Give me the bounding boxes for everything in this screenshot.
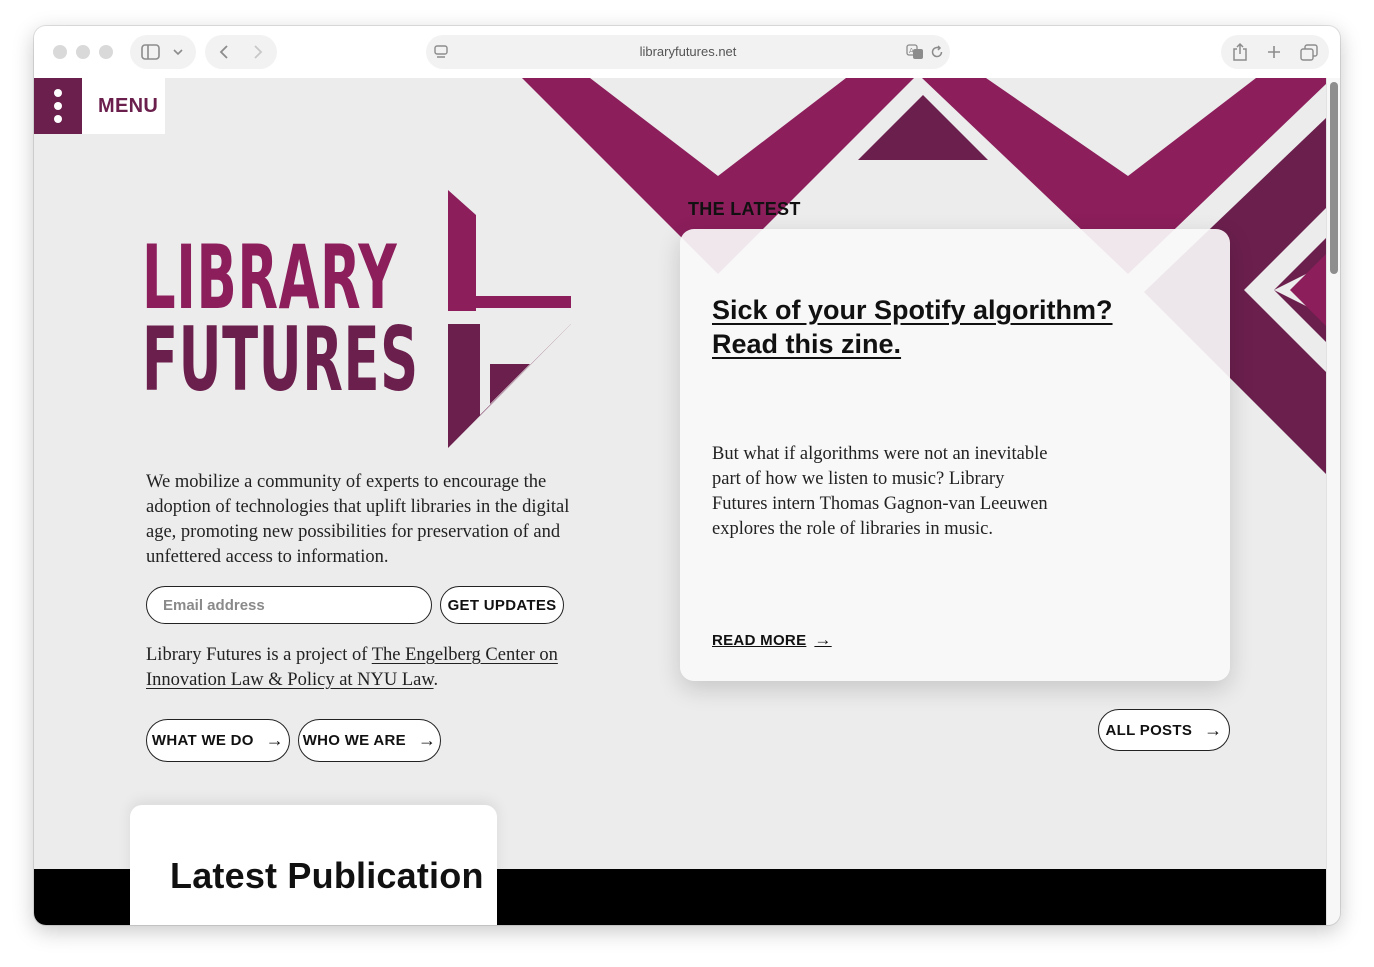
post-title-link[interactable]: Sick of your Spotify algorithm? Read thi… — [712, 293, 1132, 361]
arrow-right-icon: → — [417, 730, 437, 750]
history-nav-group — [205, 35, 277, 69]
translate-icon[interactable]: A — [906, 44, 924, 60]
close-window-button[interactable] — [53, 45, 67, 59]
all-posts-button[interactable]: ALL POSTS → — [1098, 709, 1230, 751]
page-viewport: MENU LIBRARY FUTURES We mobilize a commu… — [34, 78, 1326, 925]
email-input[interactable] — [146, 586, 432, 624]
the-latest-label: THE LATEST — [688, 199, 801, 219]
url-text[interactable]: libraryfutures.net — [426, 44, 950, 59]
arrow-right-icon: → — [814, 630, 832, 649]
sidebar-toggle-group[interactable] — [130, 35, 196, 69]
back-arrow-icon[interactable] — [218, 44, 230, 60]
window-actions-group — [1221, 35, 1329, 69]
plus-icon[interactable] — [1267, 45, 1281, 59]
latest-post-card: Sick of your Spotify algorithm? Read thi… — [680, 229, 1230, 681]
scrollbar-thumb[interactable] — [1330, 82, 1338, 274]
latest-publication-card: Latest Publication — [130, 805, 497, 925]
project-statement: Library Futures is a project of The Enge… — [146, 645, 558, 690]
what-we-do-button[interactable]: WHAT WE DO → — [146, 719, 290, 762]
svg-text:A: A — [909, 47, 914, 55]
share-icon[interactable] — [1232, 42, 1248, 62]
arrow-right-icon: → — [265, 730, 285, 750]
kebab-menu-icon[interactable] — [34, 78, 82, 134]
forward-arrow-icon[interactable] — [252, 44, 264, 60]
menu-button[interactable]: MENU — [34, 78, 165, 134]
browser-toolbar: libraryfutures.net A — [34, 26, 1340, 78]
who-we-are-button[interactable]: WHO WE ARE → — [298, 719, 441, 762]
arrow-right-icon: → — [1204, 719, 1223, 740]
menu-label[interactable]: MENU — [98, 95, 158, 118]
post-excerpt: But what if algorithms were not an inevi… — [712, 444, 1048, 539]
address-bar[interactable]: libraryfutures.net A — [426, 35, 950, 69]
mission-statement: We mobilize a community of experts to en… — [146, 472, 570, 567]
get-updates-button[interactable]: GET UPDATES — [440, 586, 564, 624]
browser-window: libraryfutures.net A MENU LIBRARY FUTURE… — [34, 26, 1340, 925]
logo-futures-text: FUTURES — [142, 308, 419, 411]
latest-publication-heading: Latest Publication — [170, 855, 484, 896]
tab-overview-icon[interactable] — [1300, 44, 1318, 61]
minimize-window-button[interactable] — [76, 45, 90, 59]
chevron-down-icon[interactable] — [173, 48, 183, 56]
sidebar-icon[interactable] — [141, 44, 160, 60]
zoom-window-button[interactable] — [99, 45, 113, 59]
page-scrollbar[interactable] — [1326, 78, 1340, 925]
reload-icon[interactable] — [930, 45, 944, 59]
read-more-link[interactable]: READ MORE → — [712, 630, 832, 650]
